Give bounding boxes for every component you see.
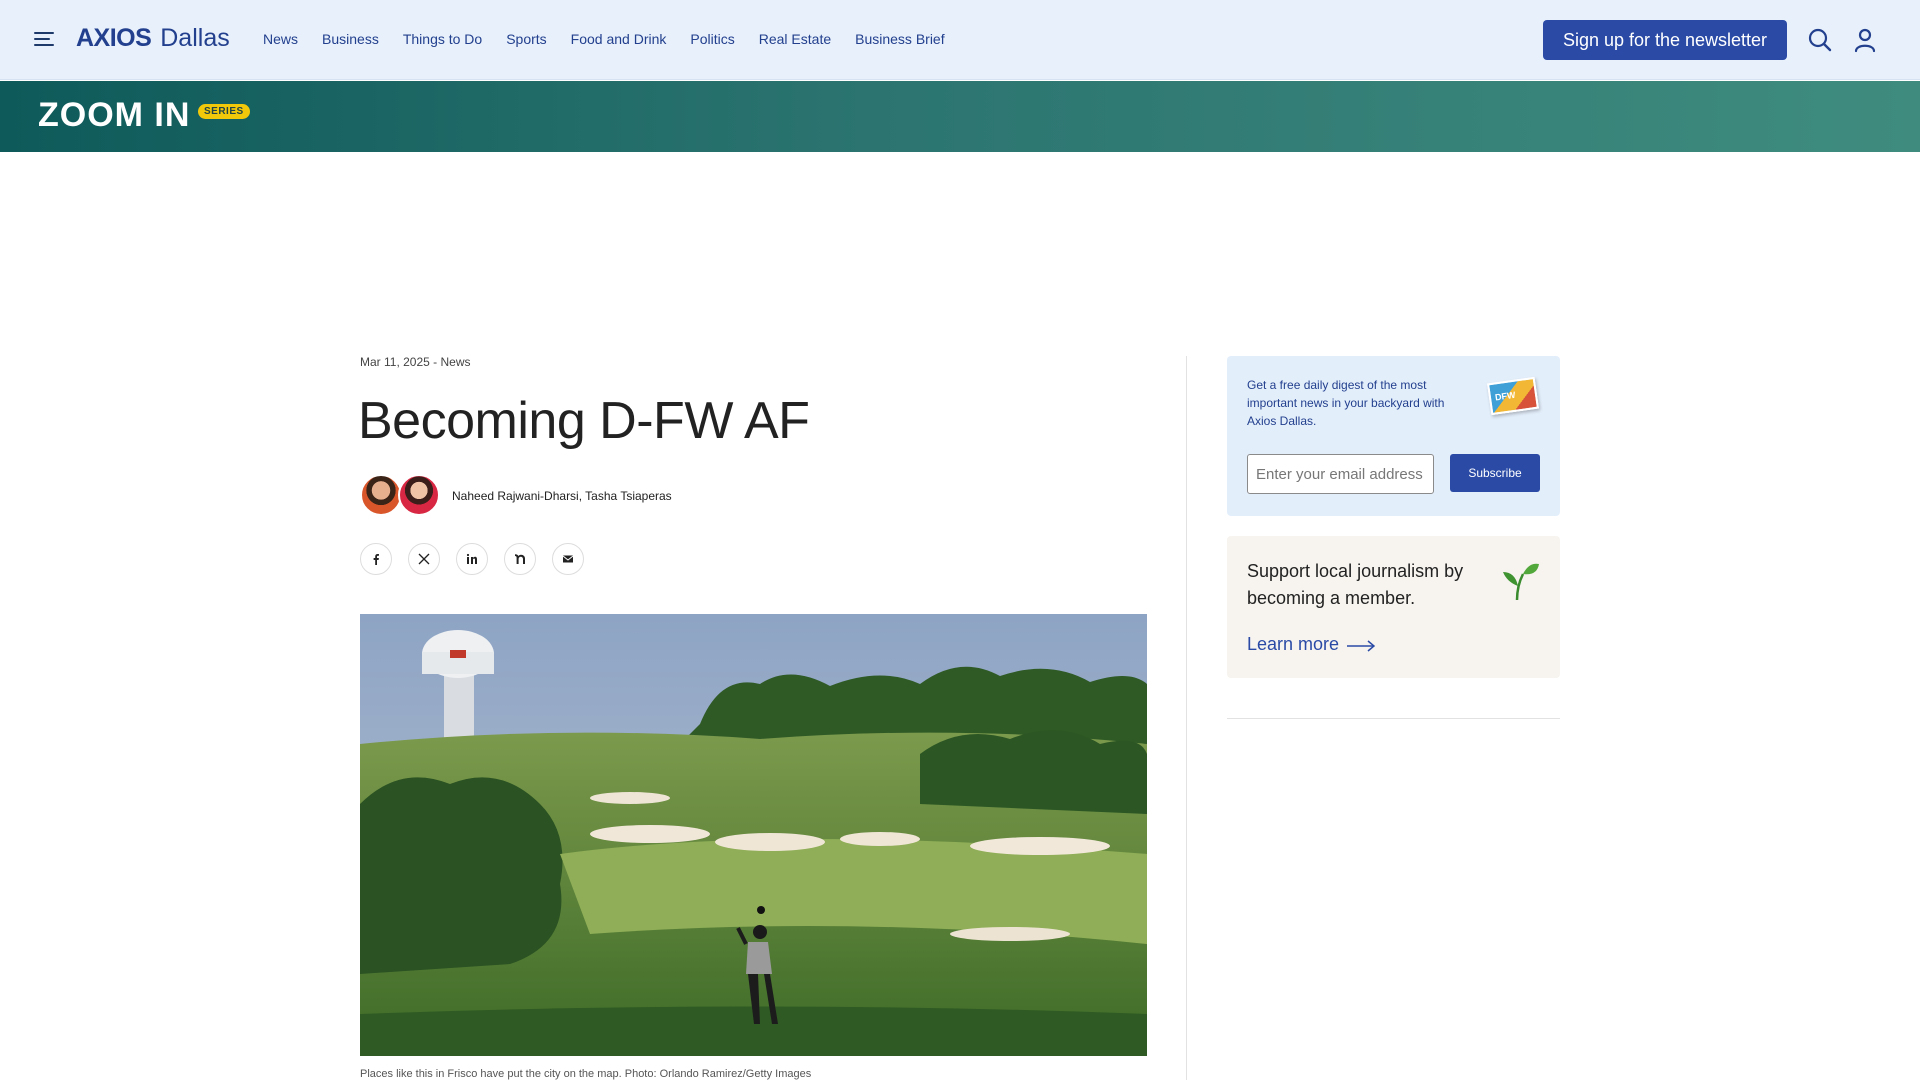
- arrow-right-icon[interactable]: [1347, 640, 1375, 652]
- x-icon[interactable]: [408, 543, 440, 575]
- linkedin-icon[interactable]: [456, 543, 488, 575]
- account-icon[interactable]: [1851, 26, 1879, 54]
- logo-brand: AXIOS: [76, 24, 152, 52]
- site-logo[interactable]: AXIOS Dallas: [76, 24, 230, 53]
- series-badge: SERIES: [198, 104, 250, 119]
- article-authors[interactable]: Naheed Rajwani-Dharsi, Tasha Tsiaperas: [452, 489, 672, 503]
- series-banner[interactable]: ZOOM IN SERIES: [0, 81, 1920, 152]
- nextdoor-icon[interactable]: [504, 543, 536, 575]
- top-navigation: AXIOS Dallas News Business Things to Do …: [0, 0, 1920, 80]
- nav-link-politics[interactable]: Politics: [690, 31, 734, 47]
- nav-link-sports[interactable]: Sports: [506, 31, 546, 47]
- article-meta: Mar 11, 2025 - News: [360, 355, 471, 369]
- article-hero-image: [360, 614, 1147, 1056]
- learn-more-link[interactable]: Learn more: [1247, 634, 1339, 655]
- membership-card: Support local journalism by becoming a m…: [1227, 536, 1560, 678]
- search-icon[interactable]: [1806, 26, 1834, 54]
- facebook-icon[interactable]: [360, 543, 392, 575]
- nav-link-real-estate[interactable]: Real Estate: [759, 31, 831, 47]
- newsletter-signup-card: Get a free daily digest of the most impo…: [1227, 356, 1560, 516]
- logo-city: Dallas: [160, 24, 230, 52]
- nav-link-food-and-drink[interactable]: Food and Drink: [571, 31, 667, 47]
- dallas-postcard-icon: DFW: [1487, 376, 1539, 416]
- membership-pitch: Support local journalism by becoming a m…: [1247, 561, 1464, 608]
- nav-link-business[interactable]: Business: [322, 31, 379, 47]
- sidebar-divider: [1227, 718, 1560, 719]
- menu-icon[interactable]: [34, 32, 54, 48]
- series-title: ZOOM IN: [38, 96, 191, 134]
- column-divider: [1186, 356, 1187, 1080]
- nav-link-things-to-do[interactable]: Things to Do: [403, 31, 482, 47]
- subscribe-button[interactable]: Subscribe: [1450, 454, 1540, 492]
- email-field[interactable]: [1247, 454, 1434, 494]
- author-avatars: [360, 474, 440, 518]
- article-headline: Becoming D-FW AF: [358, 392, 810, 450]
- newsletter-signup-button[interactable]: Sign up for the newsletter: [1543, 20, 1787, 60]
- nav-link-news[interactable]: News: [263, 31, 298, 47]
- email-icon[interactable]: [552, 543, 584, 575]
- newsletter-pitch: Get a free daily digest of the most impo…: [1247, 378, 1445, 428]
- section-nav: News Business Things to Do Sports Food a…: [263, 31, 969, 47]
- author-avatar[interactable]: [360, 474, 402, 516]
- author-avatar[interactable]: [398, 474, 440, 516]
- sprout-icon: [1499, 560, 1541, 602]
- nav-link-business-brief[interactable]: Business Brief: [855, 31, 944, 47]
- image-caption: Places like this in Frisco have put the …: [360, 1068, 812, 1080]
